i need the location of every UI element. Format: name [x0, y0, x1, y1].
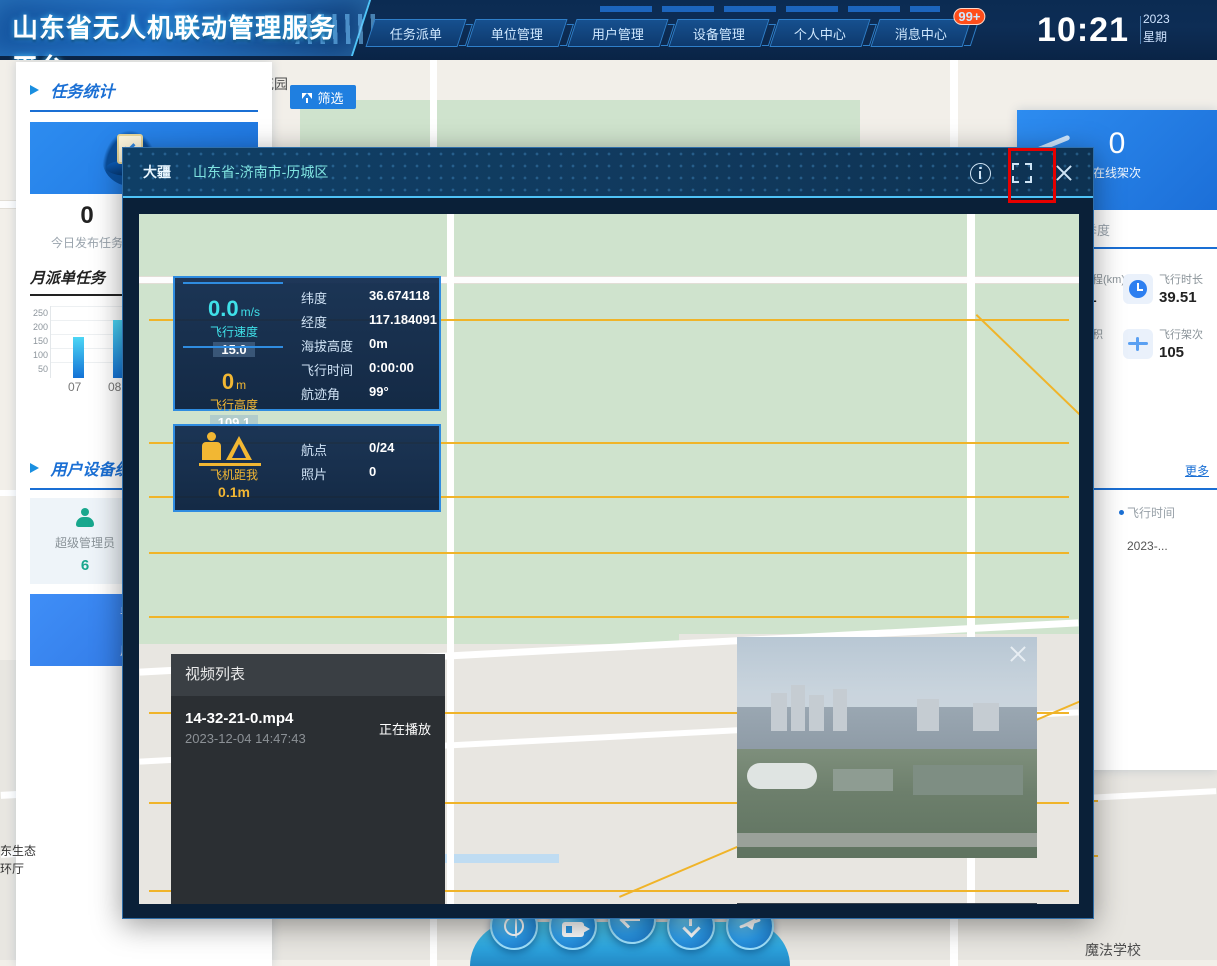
- telemetry-row-flight-time: 飞行时间 0:00:00: [301, 360, 414, 378]
- plane-icon: [1123, 328, 1153, 359]
- map-label: 魔法学校: [1085, 942, 1141, 958]
- distance-gauge: 飞机距我 0.1m: [175, 426, 293, 510]
- app-header: 山东省无人机联动管理服务平台 任务派单 单位管理 用户管理 设备管理 个人中心 …: [0, 0, 1217, 60]
- modal-brand: 大疆: [143, 164, 171, 180]
- telemetry-row-track-angle: 航迹角 99°: [301, 384, 389, 402]
- cell-flight-time: 2023-...: [1127, 539, 1168, 553]
- stat-flight-duration: 飞行时长 39.51: [1117, 261, 1217, 316]
- speed-gauge: 0.0 m/s 飞行速度 15.0: [208, 296, 260, 357]
- waypoint-readouts: 航点 0/24 照片 0: [293, 426, 439, 510]
- telemetry-row-altitude-asl: 海拔高度 0m: [301, 336, 388, 354]
- modal-map-view[interactable]: 0.0 m/s 飞行速度 15.0 0m 飞行高度 109.1 纬度 36.6741…: [139, 214, 1079, 904]
- column-header-flight-time: 飞行时间: [1117, 504, 1217, 521]
- telemetry-readouts: 纬度 36.674118 经度 117.184091 海拔高度 0m 飞行时间 0:00…: [293, 278, 439, 409]
- globe-icon: [504, 916, 524, 938]
- chart-y-axis: 250 200 150 100 50: [32, 308, 48, 374]
- info-icon: [969, 162, 991, 184]
- telemetry-row-latitude: 纬度 36.674118: [301, 288, 430, 306]
- video-list-title: 视频列表: [171, 654, 445, 696]
- video-camera-icon: [562, 921, 590, 937]
- modal-header: 大疆 山东省-济南市-历城区: [123, 148, 1093, 198]
- header-accent: [600, 6, 940, 12]
- nav-item-message-center[interactable]: 消息中心 99+: [870, 8, 986, 47]
- app-title: 山东省无人机联动管理服务平台: [12, 14, 337, 60]
- clock-icon: [1123, 273, 1153, 304]
- more-link[interactable]: 更多: [1185, 462, 1209, 479]
- video-list-panel: 视频列表 14-32-21-0.mp4 2023-12-04 14:47:43 …: [171, 654, 445, 904]
- download-icon: [681, 916, 701, 936]
- message-badge: 99+: [953, 8, 986, 25]
- close-icon: [1054, 163, 1074, 183]
- nav-item-task-dispatch[interactable]: 任务派单: [365, 19, 467, 47]
- main-nav: 任务派单 单位管理 用户管理 设备管理 个人中心 消息中心 99+: [365, 8, 986, 47]
- person-drone-distance-icon: [199, 432, 269, 466]
- live-view-modal: 大疆 山东省-济南市-历城区 0.0 m/s 飞行速度 15.0 0 m 飞行高…: [122, 147, 1094, 919]
- modal-header-buttons: [961, 148, 1083, 198]
- video-player[interactable]: [737, 637, 1037, 858]
- video-controls: 00:36 19:40: [737, 903, 1037, 904]
- list-item[interactable]: 14-32-21-0.mp4 2023-12-04 14:47:43 正在播放: [171, 696, 445, 760]
- chart-x-label: 07: [68, 380, 82, 394]
- send-plane-icon: [739, 916, 761, 936]
- modal-close-button[interactable]: [1045, 154, 1083, 192]
- nav-item-user-management[interactable]: 用户管理: [567, 19, 669, 47]
- bottom-left-text: 东生态 环厅: [0, 844, 37, 876]
- video-name: 14-32-21-0.mp4: [185, 710, 294, 727]
- altitude-gauge: 0m 飞行高度 109.1: [209, 369, 259, 430]
- arrow-icon: [30, 85, 39, 95]
- modal-info-button[interactable]: [961, 154, 999, 192]
- filter-button-label: 筛选: [317, 90, 344, 106]
- video-time: 2023-12-04 14:47:43: [185, 731, 306, 746]
- filter-button[interactable]: 筛选: [290, 85, 356, 109]
- arrow-icon: [30, 463, 39, 473]
- stat-flight-sorties: 飞行架次 105: [1117, 316, 1217, 371]
- telemetry-secondary-panel: 飞机距我 0.1m 航点 0/24 照片 0: [173, 424, 441, 512]
- nav-item-unit-management[interactable]: 单位管理: [466, 19, 568, 47]
- header-clock: 10:21: [1037, 11, 1129, 49]
- nav-item-personal-center[interactable]: 个人中心: [769, 19, 871, 47]
- task-statistics-title: 任务统计: [30, 78, 258, 112]
- video-status: 正在播放: [378, 721, 431, 737]
- video-close-button[interactable]: [1007, 643, 1029, 665]
- header-date: 2023 星期: [1143, 12, 1170, 44]
- expand-icon: [1012, 163, 1032, 183]
- header-divider: [1140, 16, 1141, 44]
- chart-x-label: 08: [108, 380, 122, 394]
- breadcrumb: 山东省-济南市-历城区: [193, 164, 329, 180]
- telemetry-primary-panel: 0.0 m/s 飞行速度 15.0 0m 飞行高度 109.1 纬度 36.6741…: [173, 276, 441, 430]
- modal-fullscreen-button[interactable]: [1003, 154, 1041, 192]
- nav-item-device-management[interactable]: 设备管理: [668, 19, 770, 47]
- telemetry-row-longitude: 经度 117.184091: [301, 312, 437, 330]
- telemetry-row-waypoints: 航点 0/24: [301, 440, 395, 458]
- chart-bar: [73, 337, 84, 378]
- funnel-icon: [302, 92, 313, 103]
- telemetry-gauges: 0.0 m/s 飞行速度 15.0 0m 飞行高度 109.1: [175, 278, 293, 430]
- telemetry-row-photos: 照片 0: [301, 464, 377, 482]
- user-icon: [75, 508, 95, 528]
